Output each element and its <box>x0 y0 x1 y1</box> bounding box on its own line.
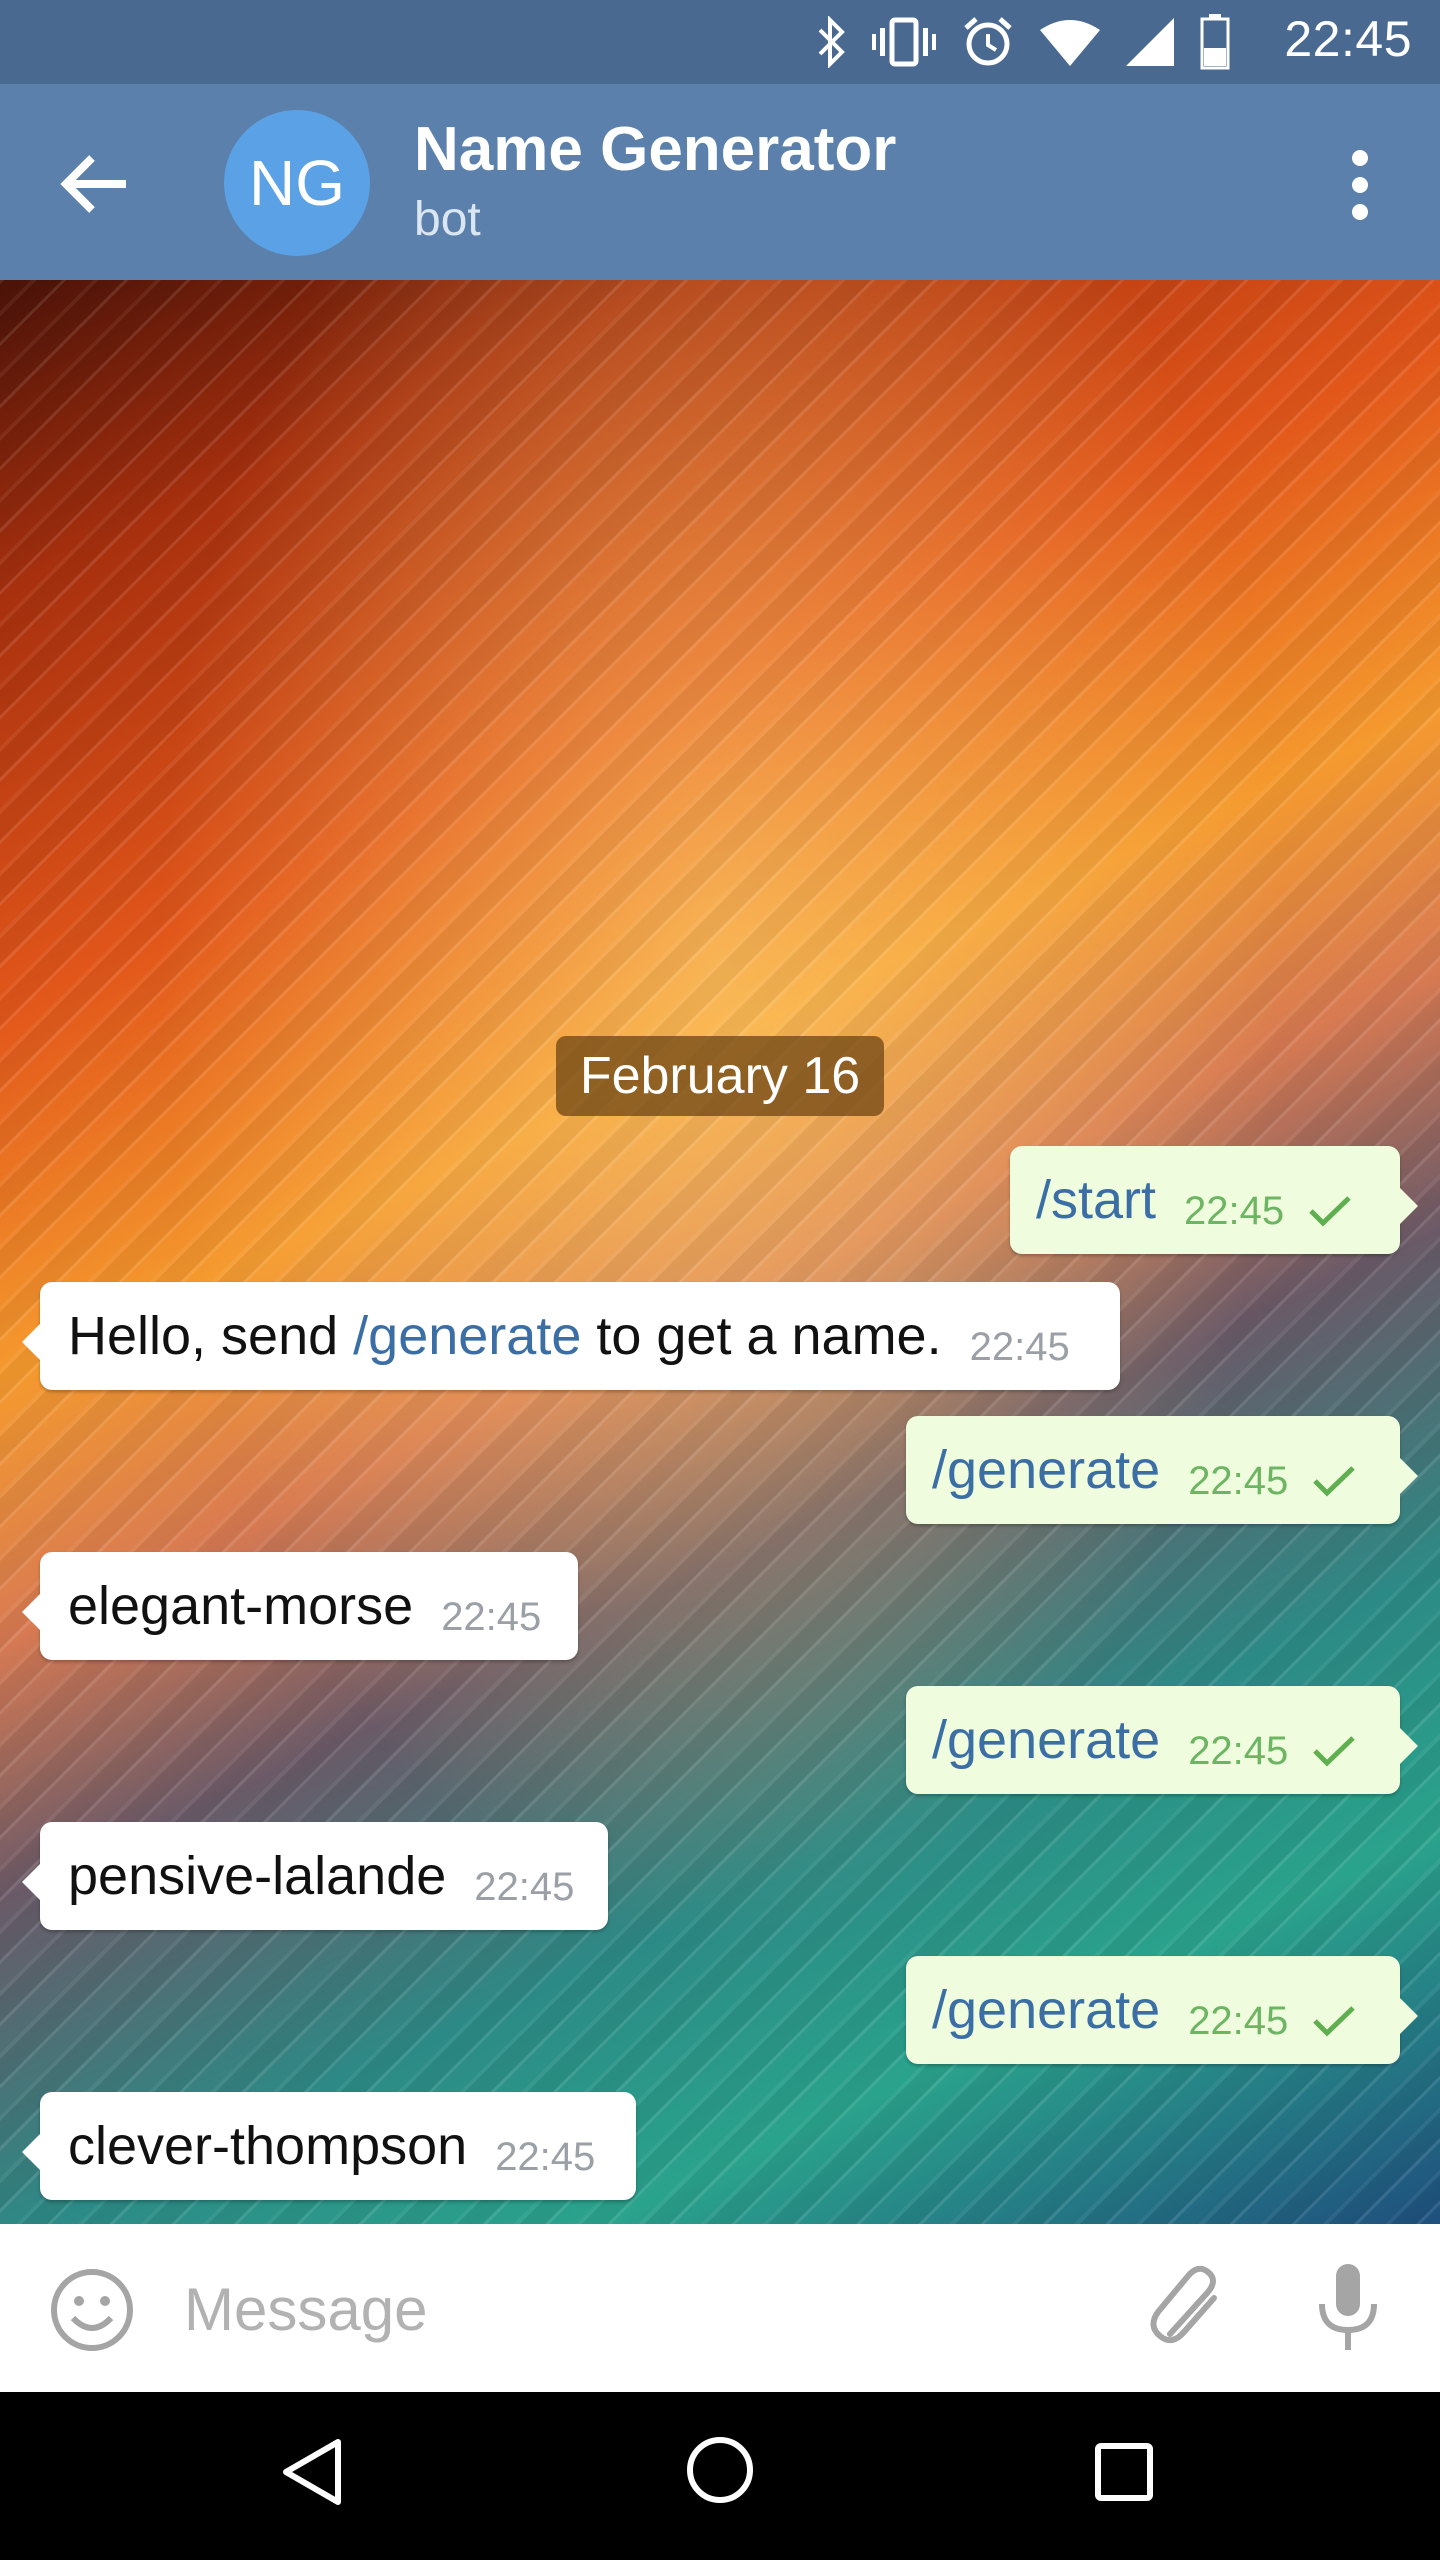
message-text: clever-thompson <box>68 2116 468 2176</box>
back-button[interactable] <box>52 144 142 224</box>
nav-back-button[interactable] <box>280 2436 344 2513</box>
status-time: 22:45 <box>1284 11 1412 67</box>
message-text: pensive-lalande <box>68 1846 447 1906</box>
signal-icon <box>1126 18 1174 66</box>
attach-icon <box>1150 2265 1217 2344</box>
message-outgoing[interactable]: /generate 22:45 <box>906 1686 1418 1794</box>
system-navigation-bar <box>0 2392 1440 2560</box>
back-arrow-icon <box>60 155 126 213</box>
nav-recents-button[interactable] <box>1094 2442 1154 2507</box>
message-text: Hello, send /generate to get a name. <box>68 1305 942 1367</box>
message-incoming[interactable]: elegant-morse 22:45 <box>22 1552 578 1660</box>
message-incoming[interactable]: clever-thompson 22:45 <box>22 2092 636 2200</box>
check-icon <box>1309 1196 1351 1227</box>
voice-record-button[interactable] <box>1312 2260 1384 2356</box>
message-time: 22:45 <box>969 1324 1070 1369</box>
message-time: 22:45 <box>441 1594 542 1639</box>
bluetooth-icon <box>816 16 846 68</box>
message-text: /generate <box>932 1980 1161 2040</box>
message-time: 22:45 <box>1188 1728 1289 1773</box>
message-text: elegant-morse <box>68 1576 414 1636</box>
mic-icon <box>1319 2264 1377 2350</box>
chat-messages[interactable]: February 16 /start 22:45 Hello, send /ge… <box>0 280 1440 2224</box>
command-link[interactable]: /generate <box>353 1306 581 1366</box>
check-icon <box>1313 2006 1356 2037</box>
message-outgoing[interactable]: /start 22:45 <box>1010 1146 1418 1254</box>
message-text-part: Hello, send <box>68 1306 354 1366</box>
chat-subtitle: bot <box>414 193 481 246</box>
avatar[interactable]: NG <box>224 110 370 256</box>
check-icon <box>1313 1466 1356 1497</box>
more-vert-icon <box>1352 150 1368 220</box>
alarm-icon <box>962 16 1014 68</box>
message-incoming[interactable]: Hello, send /generate to get a name. 22:… <box>22 1282 1120 1390</box>
attach-button[interactable] <box>1148 2260 1230 2356</box>
nav-recents-icon <box>1095 2443 1153 2501</box>
message-time: 22:45 <box>1184 1188 1285 1233</box>
message-time: 22:45 <box>1188 1998 1289 2043</box>
message-input[interactable] <box>182 2268 1086 2350</box>
message-outgoing[interactable]: /generate 22:45 <box>906 1956 1418 2064</box>
status-icons <box>816 14 1230 70</box>
nav-back-icon <box>283 2439 341 2505</box>
battery-icon <box>1200 14 1230 70</box>
message-text: /generate <box>932 1440 1161 1500</box>
emoji-icon <box>51 2269 133 2351</box>
nav-home-icon <box>687 2437 753 2503</box>
chat-header: NG Name Generator bot <box>0 84 1440 280</box>
message-time: 22:45 <box>1188 1458 1289 1503</box>
message-composer <box>0 2224 1440 2392</box>
wifi-icon <box>1040 18 1100 66</box>
message-incoming[interactable]: pensive-lalande 22:45 <box>22 1822 608 1930</box>
chat-title[interactable]: Name Generator <box>414 114 896 185</box>
message-text-part: to get a name. <box>581 1306 942 1366</box>
nav-home-button[interactable] <box>684 2434 756 2511</box>
more-options-button[interactable] <box>1320 140 1400 230</box>
message-outgoing[interactable]: /generate 22:45 <box>906 1416 1418 1524</box>
check-icon <box>1313 1736 1356 1767</box>
status-bar: 22:45 <box>0 0 1440 84</box>
date-divider: February 16 <box>556 1036 884 1116</box>
message-text: /start <box>1036 1170 1157 1230</box>
vibrate-icon <box>872 16 936 68</box>
message-text: /generate <box>932 1710 1161 1770</box>
message-time: 22:45 <box>495 2134 596 2179</box>
message-time: 22:45 <box>474 1864 575 1909</box>
emoji-button[interactable] <box>48 2266 136 2354</box>
